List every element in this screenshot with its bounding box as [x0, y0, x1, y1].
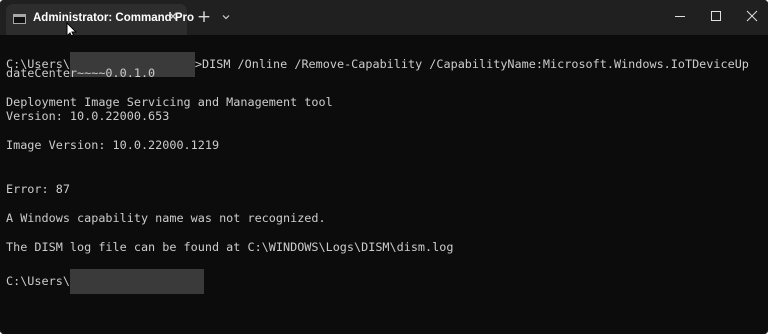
- prompt-line: C:\Users\: [6, 269, 204, 294]
- title-bar[interactable]: Administrator: Command Pro ✕ +: [0, 0, 768, 40]
- command-text: >DISM /Online /Remove-Capability /Capabi…: [194, 57, 749, 71]
- terminal-window: Administrator: Command Pro ✕ + C:\Users\…: [0, 0, 768, 334]
- tab-close-icon[interactable]: ✕: [165, 10, 181, 26]
- error-code: Error: 87: [6, 182, 70, 196]
- new-tab-button[interactable]: +: [195, 8, 213, 26]
- command-line-wrap: dateCenter~~~~0.0.1.0: [6, 66, 156, 80]
- console-output[interactable]: C:\Users\ >DISM /Online /Remove-Capabilit…: [0, 35, 768, 334]
- prompt-path-prefix: C:\Users\: [6, 274, 70, 288]
- log-message: The DISM log file can be found at C:\WIN…: [6, 240, 454, 254]
- tool-name: Deployment Image Servicing and Managemen…: [6, 95, 333, 109]
- close-icon: [746, 10, 758, 22]
- image-version: Image Version: 10.0.22000.1219: [6, 138, 220, 152]
- tab-command-prompt[interactable]: Administrator: Command Pro ✕: [6, 4, 194, 35]
- chevron-down-icon: [222, 15, 230, 20]
- redacted-username: [69, 269, 204, 294]
- tab-dropdown-button[interactable]: [218, 9, 234, 25]
- error-message: A Windows capability name was not recogn…: [6, 211, 326, 225]
- terminal-icon: [13, 14, 26, 24]
- close-button[interactable]: [730, 0, 768, 33]
- tool-version: Version: 10.0.22000.653: [6, 109, 170, 123]
